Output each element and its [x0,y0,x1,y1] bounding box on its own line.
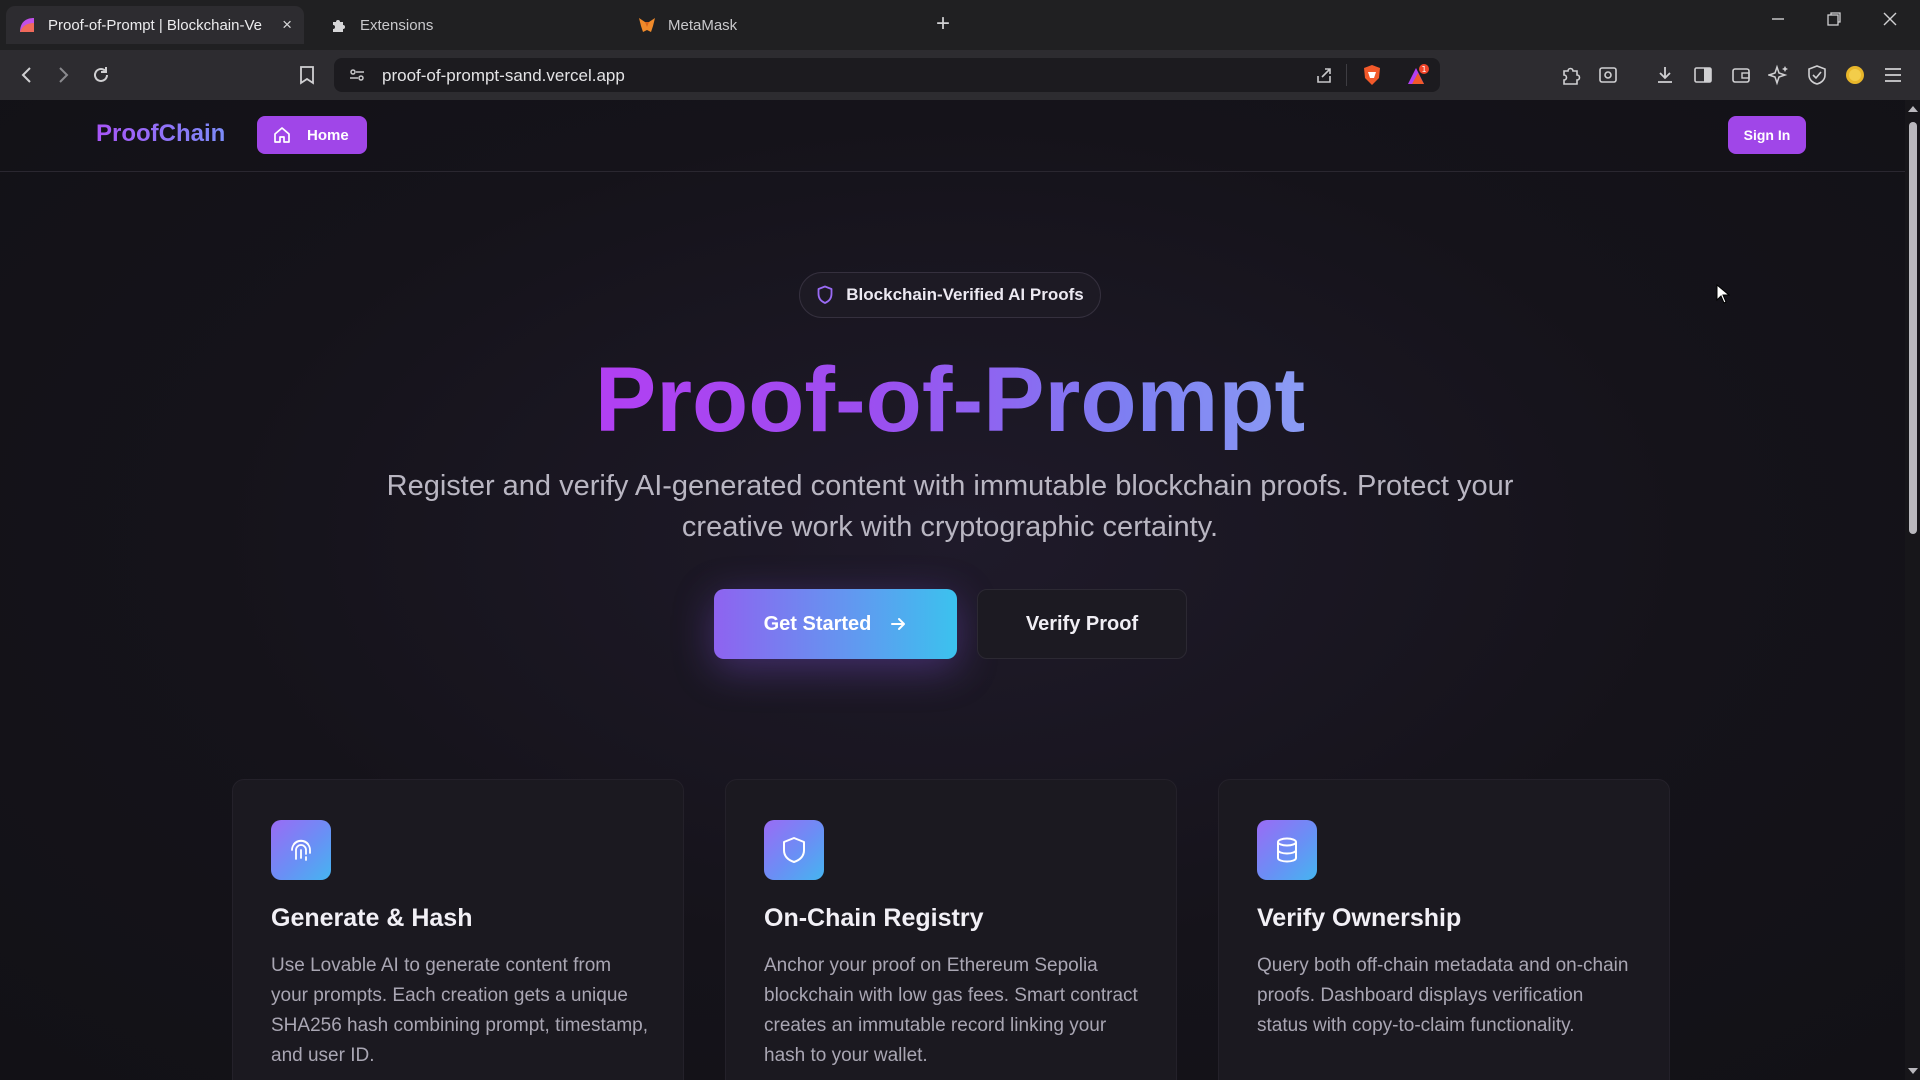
tab-title: MetaMask [668,16,738,34]
arrow-right-icon [889,615,907,633]
sign-in-button[interactable]: Sign In [1728,116,1806,154]
wallet-icon[interactable] [1730,64,1752,86]
minimize-icon[interactable] [1770,11,1786,32]
home-label: Home [307,126,349,144]
brave-rewards-icon[interactable]: 1 [1406,64,1430,91]
hero-badge-label: Blockchain-Verified AI Proofs [846,285,1084,304]
hero-badge: Blockchain-Verified AI Proofs [799,272,1101,318]
download-icon[interactable] [1654,64,1676,86]
tab-extensions[interactable]: Extensions [318,6,618,44]
scrollbar-thumb[interactable] [1909,122,1917,534]
tab-metamask[interactable]: MetaMask [626,6,926,44]
scroll-up-icon[interactable] [1908,106,1918,112]
verify-proof-button[interactable]: Verify Proof [977,589,1187,659]
database-icon [1257,820,1317,880]
profile-avatar-icon[interactable] [1844,64,1866,86]
feature-title: Generate & Hash [271,904,473,932]
feature-description: Query both off-chain metadata and on-cha… [1257,955,1629,1036]
back-icon[interactable] [16,64,38,86]
feature-card-verify: Verify Ownership Query both off-chain me… [1218,779,1670,1080]
site-settings-icon[interactable] [348,66,366,89]
tab-title: Extensions [360,16,434,34]
address-bar[interactable]: proof-of-prompt-sand.vercel.app 1 [334,58,1440,92]
hero-title: Proof-of-Prompt [594,349,1306,451]
restore-icon[interactable] [1826,11,1842,32]
home-button[interactable]: Home [257,116,367,154]
new-tab-button[interactable]: + [936,11,950,37]
feature-card-generate: Generate & Hash Use Lovable AI to genera… [232,779,684,1080]
feature-title: Verify Ownership [1257,904,1462,932]
divider [1346,64,1347,86]
tab-proof-of-prompt[interactable]: Proof-of-Prompt | Blockchain-Ve × [6,6,304,44]
browser-tab-bar: Proof-of-Prompt | Blockchain-Ve × Extens… [0,0,1920,50]
hero-subtitle: Register and verify AI-generated content… [386,470,1514,543]
feature-title: On-Chain Registry [764,904,984,932]
extensions-puzzle-icon[interactable] [1560,64,1582,86]
metamask-fox-icon [638,16,656,34]
fingerprint-icon [271,820,331,880]
leo-ai-icon[interactable] [1768,64,1790,86]
feature-description: Anchor your proof on Ethereum Sepolia bl… [764,955,1138,1066]
home-icon [273,126,291,144]
sidebar-icon[interactable] [1692,64,1714,86]
feature-card-registry: On-Chain Registry Anchor your proof on E… [725,779,1177,1080]
bookmark-icon[interactable] [296,64,318,86]
url-text[interactable]: proof-of-prompt-sand.vercel.app [382,66,625,86]
app-favicon-icon [18,16,36,34]
tab-title: Proof-of-Prompt | Blockchain-Ve [48,16,262,34]
vpn-shield-icon[interactable] [1806,64,1828,86]
get-started-label: Get Started [763,612,872,635]
mouse-cursor-icon [1716,283,1731,309]
screenshot-icon[interactable] [1597,64,1619,86]
shield-icon [816,285,834,305]
shield-icon [764,820,824,880]
share-icon[interactable] [1314,65,1334,90]
puzzle-icon [330,16,348,34]
forward-icon[interactable] [52,64,74,86]
brave-shield-icon[interactable] [1362,64,1382,91]
menu-icon[interactable] [1882,64,1904,86]
reload-icon[interactable] [90,64,112,86]
get-started-button[interactable]: Get Started [714,589,957,659]
app-navbar: ProofChain Home Sign In [0,100,1905,172]
notification-count: 1 [1421,65,1426,74]
brand-logo[interactable]: ProofChain [96,120,225,148]
web-page: ProofChain Home Sign In Blockchain-Verif… [0,100,1905,1080]
feature-description: Use Lovable AI to generate content from … [271,955,649,1066]
close-tab-icon[interactable]: × [282,15,292,35]
browser-toolbar: proof-of-prompt-sand.vercel.app 1 [0,50,1920,100]
scroll-down-icon[interactable] [1908,1068,1918,1074]
close-window-icon[interactable] [1882,11,1898,32]
page-scrollbar[interactable] [1905,100,1920,1080]
